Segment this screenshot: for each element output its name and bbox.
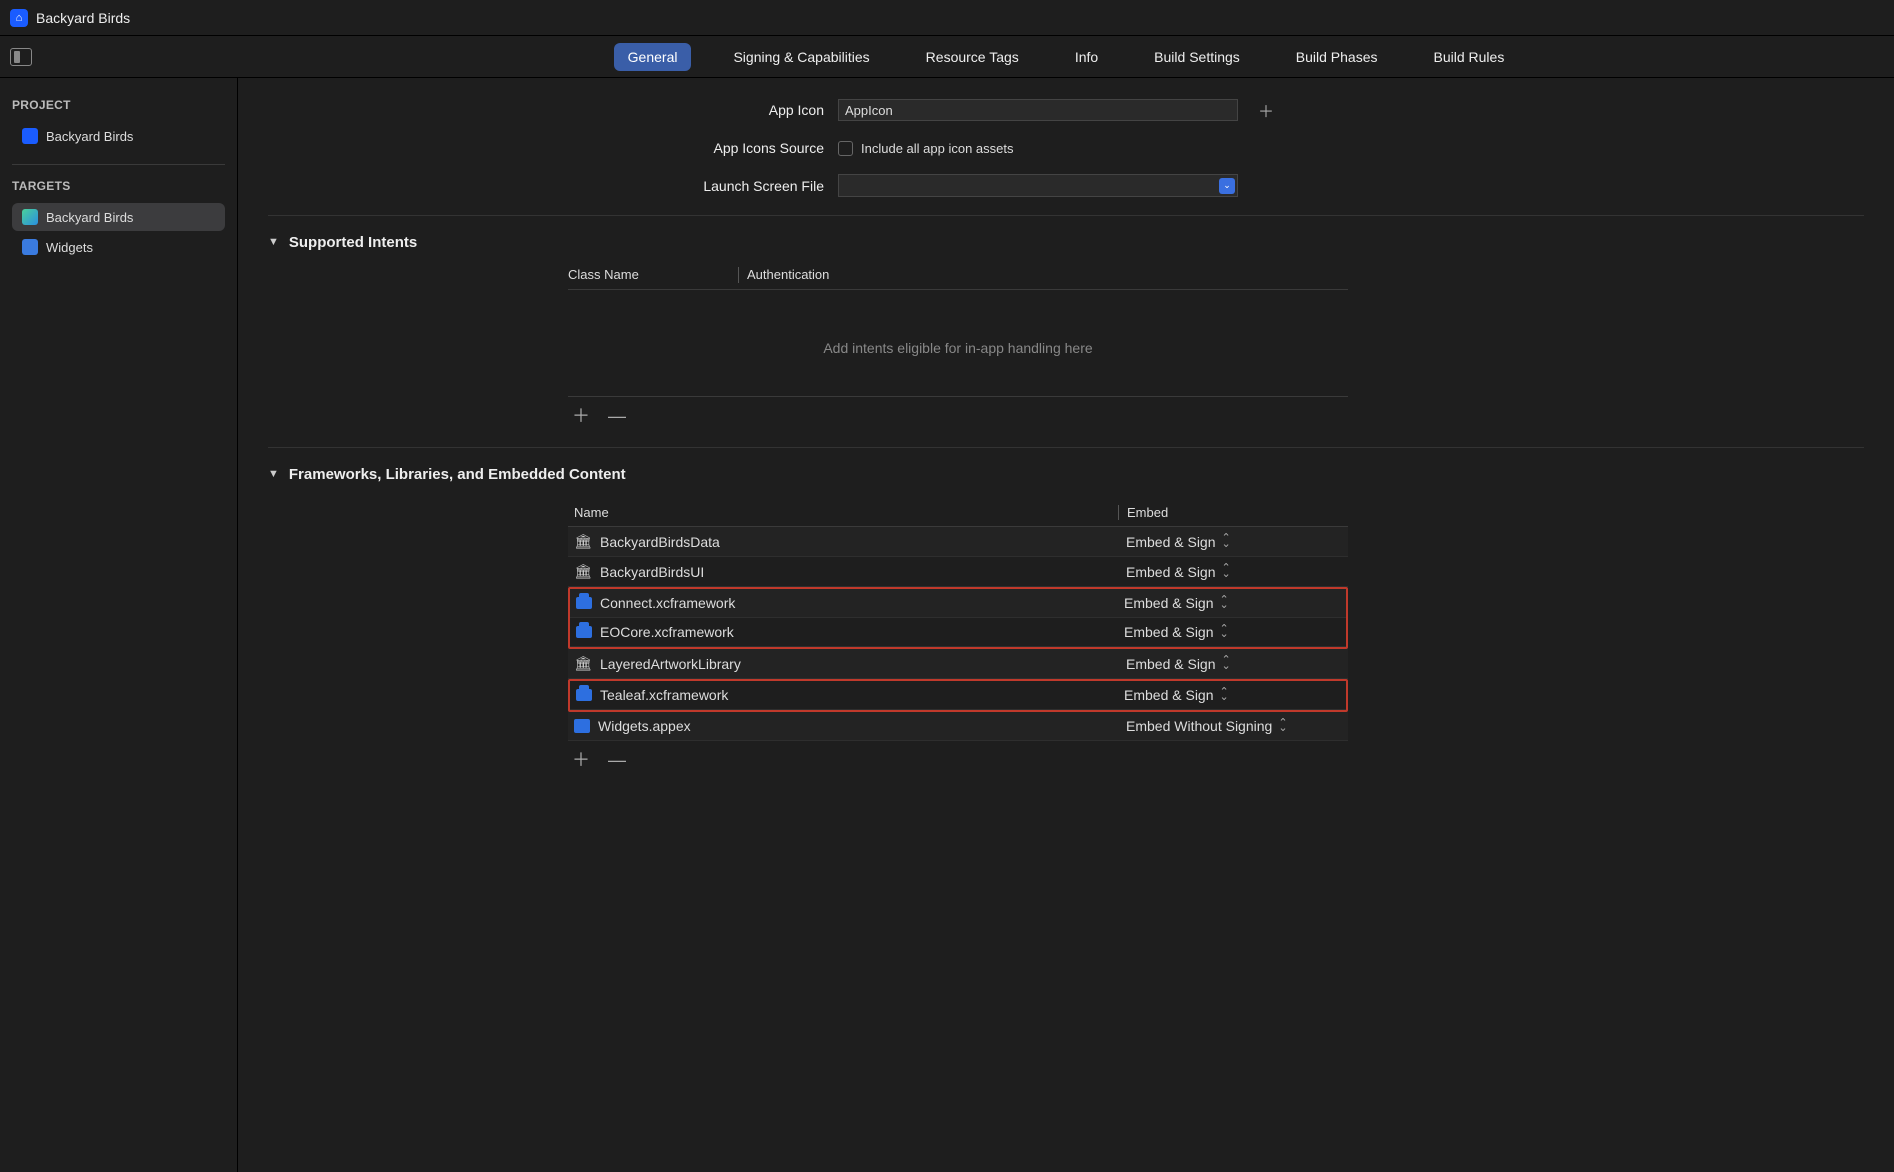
- tab-build-settings[interactable]: Build Settings: [1140, 43, 1254, 71]
- supported-intents-header[interactable]: ▼ Supported Intents: [268, 234, 1864, 251]
- add-app-icon-button[interactable]: ＋: [1258, 98, 1274, 122]
- sidebar-divider: [12, 164, 225, 165]
- remove-framework-button[interactable]: —: [608, 751, 626, 769]
- include-icon-assets-label: Include all app icon assets: [861, 141, 1013, 156]
- framework-row[interactable]: 🏛 BackyardBirdsData Embed & Sign ⌃⌄: [568, 527, 1348, 557]
- framework-icon: [576, 626, 592, 638]
- highlight-annotation: Connect.xcframeworkEmbed & Sign⌃⌄EOCore.…: [568, 587, 1348, 649]
- embed-value: Embed & Sign: [1126, 564, 1216, 580]
- sidebar-item-label: Widgets: [46, 240, 93, 255]
- frameworks-col-name: Name: [568, 505, 1118, 520]
- embed-value: Embed & Sign: [1126, 534, 1216, 550]
- appex-icon: [574, 719, 590, 733]
- app-icon-input[interactable]: [838, 99, 1238, 121]
- launch-screen-label: Launch Screen File: [268, 178, 838, 194]
- library-icon: 🏛: [574, 655, 592, 672]
- framework-name: Widgets.appex: [598, 718, 691, 734]
- intents-empty-text: Add intents eligible for in-app handling…: [568, 290, 1348, 397]
- framework-row[interactable]: Tealeaf.xcframework Embed & Sign ⌃⌄: [570, 681, 1346, 710]
- frameworks-col-embed: Embed: [1118, 505, 1348, 520]
- project-title: Backyard Birds: [36, 10, 130, 26]
- toolbar: General Signing & Capabilities Resource Ta…: [0, 36, 1894, 78]
- framework-name: BackyardBirdsData: [600, 534, 720, 550]
- framework-row[interactable]: Widgets.appex Embed Without Signing ⌃⌄: [568, 712, 1348, 741]
- embed-stepper[interactable]: ⌃⌄: [1278, 721, 1287, 732]
- chevron-down-icon: ▼: [268, 468, 279, 480]
- target-icon: [22, 209, 38, 225]
- framework-icon: [576, 689, 592, 701]
- content-pane: App Icon ＋ App Icons Source Include all …: [238, 78, 1894, 1172]
- sidebar-project-item[interactable]: Backyard Birds: [12, 122, 225, 150]
- embed-value: Embed & Sign: [1126, 656, 1216, 672]
- embed-value: Embed & Sign: [1124, 595, 1214, 611]
- tab-build-rules[interactable]: Build Rules: [1420, 43, 1519, 71]
- chevron-down-icon: ⌄: [1219, 178, 1235, 194]
- embed-value: Embed & Sign: [1124, 687, 1214, 703]
- frameworks-header[interactable]: ▼ Frameworks, Libraries, and Embedded Co…: [268, 466, 1864, 483]
- tab-general[interactable]: General: [614, 43, 692, 71]
- include-icon-assets-checkbox[interactable]: [838, 141, 853, 156]
- targets-heading: TARGETS: [12, 179, 225, 193]
- intents-table: Class Name Authentication Add intents el…: [568, 267, 1348, 435]
- sidebar: PROJECT Backyard Birds TARGETS Backyard …: [0, 78, 238, 1172]
- tab-resource-tags[interactable]: Resource Tags: [912, 43, 1033, 71]
- framework-name: LayeredArtworkLibrary: [600, 656, 741, 672]
- project-icon: ⌂: [10, 9, 28, 27]
- tab-info[interactable]: Info: [1061, 43, 1112, 71]
- tab-signing-capabilities[interactable]: Signing & Capabilities: [719, 43, 883, 71]
- framework-icon: [576, 597, 592, 609]
- framework-name: EOCore.xcframework: [600, 624, 734, 640]
- project-heading: PROJECT: [12, 98, 225, 112]
- framework-name: BackyardBirdsUI: [600, 564, 704, 580]
- section-title: Frameworks, Libraries, and Embedded Cont…: [289, 466, 626, 483]
- frameworks-table: Name Embed 🏛 BackyardBirdsData Embed & Sig…: [568, 499, 1348, 779]
- add-intent-button[interactable]: ＋: [572, 407, 590, 425]
- tab-build-phases[interactable]: Build Phases: [1282, 43, 1392, 71]
- embed-stepper[interactable]: ⌃⌄: [1220, 627, 1229, 638]
- chevron-down-icon: ▼: [268, 236, 279, 248]
- sidebar-toggle-icon[interactable]: [10, 48, 32, 66]
- titlebar: ⌂ Backyard Birds: [0, 0, 1894, 36]
- intents-col-auth: Authentication: [747, 267, 829, 283]
- embed-stepper[interactable]: ⌃⌄: [1222, 536, 1231, 547]
- sidebar-item-label: Backyard Birds: [46, 129, 133, 144]
- framework-row[interactable]: EOCore.xcframework Embed & Sign ⌃⌄: [570, 618, 1346, 647]
- embed-stepper[interactable]: ⌃⌄: [1222, 658, 1231, 669]
- remove-intent-button[interactable]: —: [608, 407, 626, 425]
- sidebar-target-widgets[interactable]: Widgets: [12, 233, 225, 261]
- embed-value: Embed & Sign: [1124, 624, 1214, 640]
- sidebar-item-label: Backyard Birds: [46, 210, 133, 225]
- app-icons-source-label: App Icons Source: [268, 140, 838, 156]
- library-icon: 🏛: [574, 533, 592, 550]
- highlight-annotation: Tealeaf.xcframework Embed & Sign ⌃⌄: [568, 679, 1348, 712]
- embed-stepper[interactable]: ⌃⌄: [1220, 598, 1229, 609]
- framework-name: Tealeaf.xcframework: [600, 687, 728, 703]
- app-icon-label: App Icon: [268, 102, 838, 118]
- editor-tabs: General Signing & Capabilities Resource Ta…: [238, 43, 1894, 71]
- framework-row[interactable]: Connect.xcframework Embed & Sign ⌃⌄: [570, 589, 1346, 618]
- intents-col-class: Class Name: [568, 267, 738, 283]
- framework-name: Connect.xcframework: [600, 595, 735, 611]
- launch-screen-select[interactable]: ⌄: [838, 174, 1238, 197]
- project-icon: [22, 128, 38, 144]
- sidebar-target-backyard-birds[interactable]: Backyard Birds: [12, 203, 225, 231]
- add-framework-button[interactable]: ＋: [572, 751, 590, 769]
- framework-row[interactable]: 🏛 LayeredArtworkLibrary Embed & Sign ⌃⌄: [568, 649, 1348, 679]
- embed-stepper[interactable]: ⌃⌄: [1220, 690, 1229, 701]
- embed-value: Embed Without Signing: [1126, 718, 1272, 734]
- framework-row[interactable]: 🏛 BackyardBirdsUI Embed & Sign ⌃⌄: [568, 557, 1348, 587]
- section-title: Supported Intents: [289, 234, 417, 251]
- target-icon: [22, 239, 38, 255]
- library-icon: 🏛: [574, 563, 592, 580]
- embed-stepper[interactable]: ⌃⌄: [1222, 566, 1231, 577]
